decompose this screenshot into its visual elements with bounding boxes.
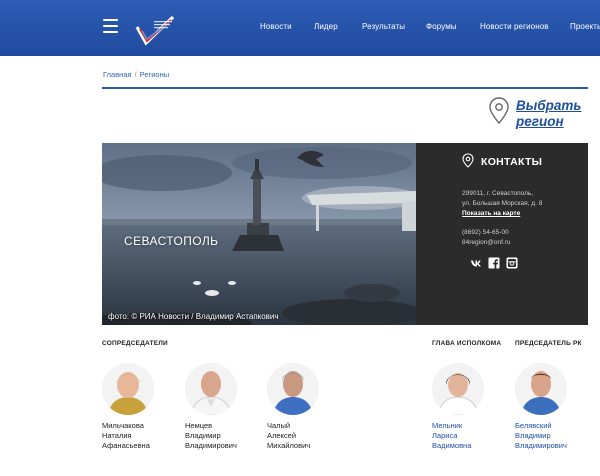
breadcrumb-separator: / [134,70,137,79]
person-name: Мельник Лариса Вадимовна [432,421,512,451]
person-last-name: Чалый [267,421,291,430]
nav-news[interactable]: Новости [260,22,292,31]
contacts-title: КОНТАКТЫ [481,156,543,168]
person-middle-name: Владимирович [185,441,237,450]
person-name: Белявский Владимир Владимирович [515,421,595,451]
menu-icon[interactable] [103,19,118,33]
location-pin-icon [489,97,509,125]
person-photo [432,363,484,415]
breadcrumb-divider [102,87,588,89]
person-name: Чалый Алексей Михайлович [267,421,347,451]
person-last-name: Белявский [515,421,552,430]
person-card[interactable]: Белявский Владимир Владимирович [515,363,595,451]
person-middle-name: Вадимовна [432,441,472,450]
person-first-name: Владимир [185,431,221,440]
breadcrumb-current[interactable]: Регионы [140,70,169,79]
address-line1: 299011, г. Севастополь, [462,190,534,197]
select-region-label: Выбрать регион [516,98,581,130]
nav-forums[interactable]: Форумы [426,22,457,31]
contact-phone: (8692) 54-65-00 [462,229,509,236]
photo-credit: фото: © РИА Новости / Владимир Астапкови… [108,312,279,321]
person-middle-name: Михайлович [267,441,311,450]
person-card[interactable]: Мильчакова Наталия Афанасьевна [102,363,182,451]
nav-regional-news[interactable]: Новости регионов [480,22,549,31]
breadcrumb: Главная / Регионы [103,70,169,79]
person-last-name: Немцев [185,421,213,430]
person-middle-name: Владимирович [515,441,567,450]
region-banner: СЕВАСТОПОЛЬ фото: © РИА Новости / Владим… [102,143,416,325]
select-region-button[interactable]: Выбрать регион [488,96,588,136]
person-first-name: Наталия [102,431,132,440]
contacts-phone-email: (8692) 54-65-00 84region@onf.ru [462,228,511,248]
person-photo [267,363,319,415]
person-photo [185,363,237,415]
person-card[interactable]: Чалый Алексей Михайлович [267,363,347,451]
person-photo [515,363,567,415]
person-first-name: Алексей [267,431,297,440]
select-region-line2: регион [516,114,564,129]
person-last-name: Мельник [432,421,463,430]
person-last-name: Мильчакова [102,421,144,430]
vk-icon[interactable] [470,257,482,269]
breadcrumb-home[interactable]: Главная [103,70,132,79]
cochairs-heading: СОПРЕДСЕДАТЕЛИ [102,340,168,347]
person-first-name: Лариса [432,431,458,440]
location-pin-icon [462,153,474,168]
nav-leader[interactable]: Лидер [314,22,338,31]
person-name: Немцев Владимир Владимирович [185,421,265,451]
contacts-panel: КОНТАКТЫ 299011, г. Севастополь, ул. Бол… [416,143,588,325]
person-name: Мильчакова Наталия Афанасьевна [102,421,182,451]
select-region-line1: Выбрать [516,98,582,113]
contacts-address: 299011, г. Севастополь, ул. Большая Морс… [462,189,542,209]
contact-email[interactable]: 84region@onf.ru [462,238,511,248]
person-middle-name: Афанасьевна [102,441,150,450]
site-header: Новости Лидер Результаты Форумы Новости … [0,0,600,56]
nav-results[interactable]: Результаты [362,22,405,31]
show-on-map-link[interactable]: Показать на карте [462,210,520,217]
address-line2: ул. Большая Морская, д. 8 [462,200,543,207]
facebook-icon[interactable] [488,257,500,269]
city-title: СЕВАСТОПОЛЬ [124,234,219,248]
person-card[interactable]: Мельник Лариса Вадимовна [432,363,512,451]
instagram-icon[interactable] [506,257,518,269]
chair-rk-heading: ПРЕДСЕДАТЕЛЬ РК [515,340,582,347]
person-first-name: Владимир [515,431,551,440]
onf-logo[interactable] [133,13,177,49]
person-photo [102,363,154,415]
person-card[interactable]: Немцев Владимир Владимирович [185,363,265,451]
nav-projects[interactable]: Проекты [570,22,600,31]
exec-head-heading: ГЛАВА ИСПОЛКОМА [432,340,502,347]
